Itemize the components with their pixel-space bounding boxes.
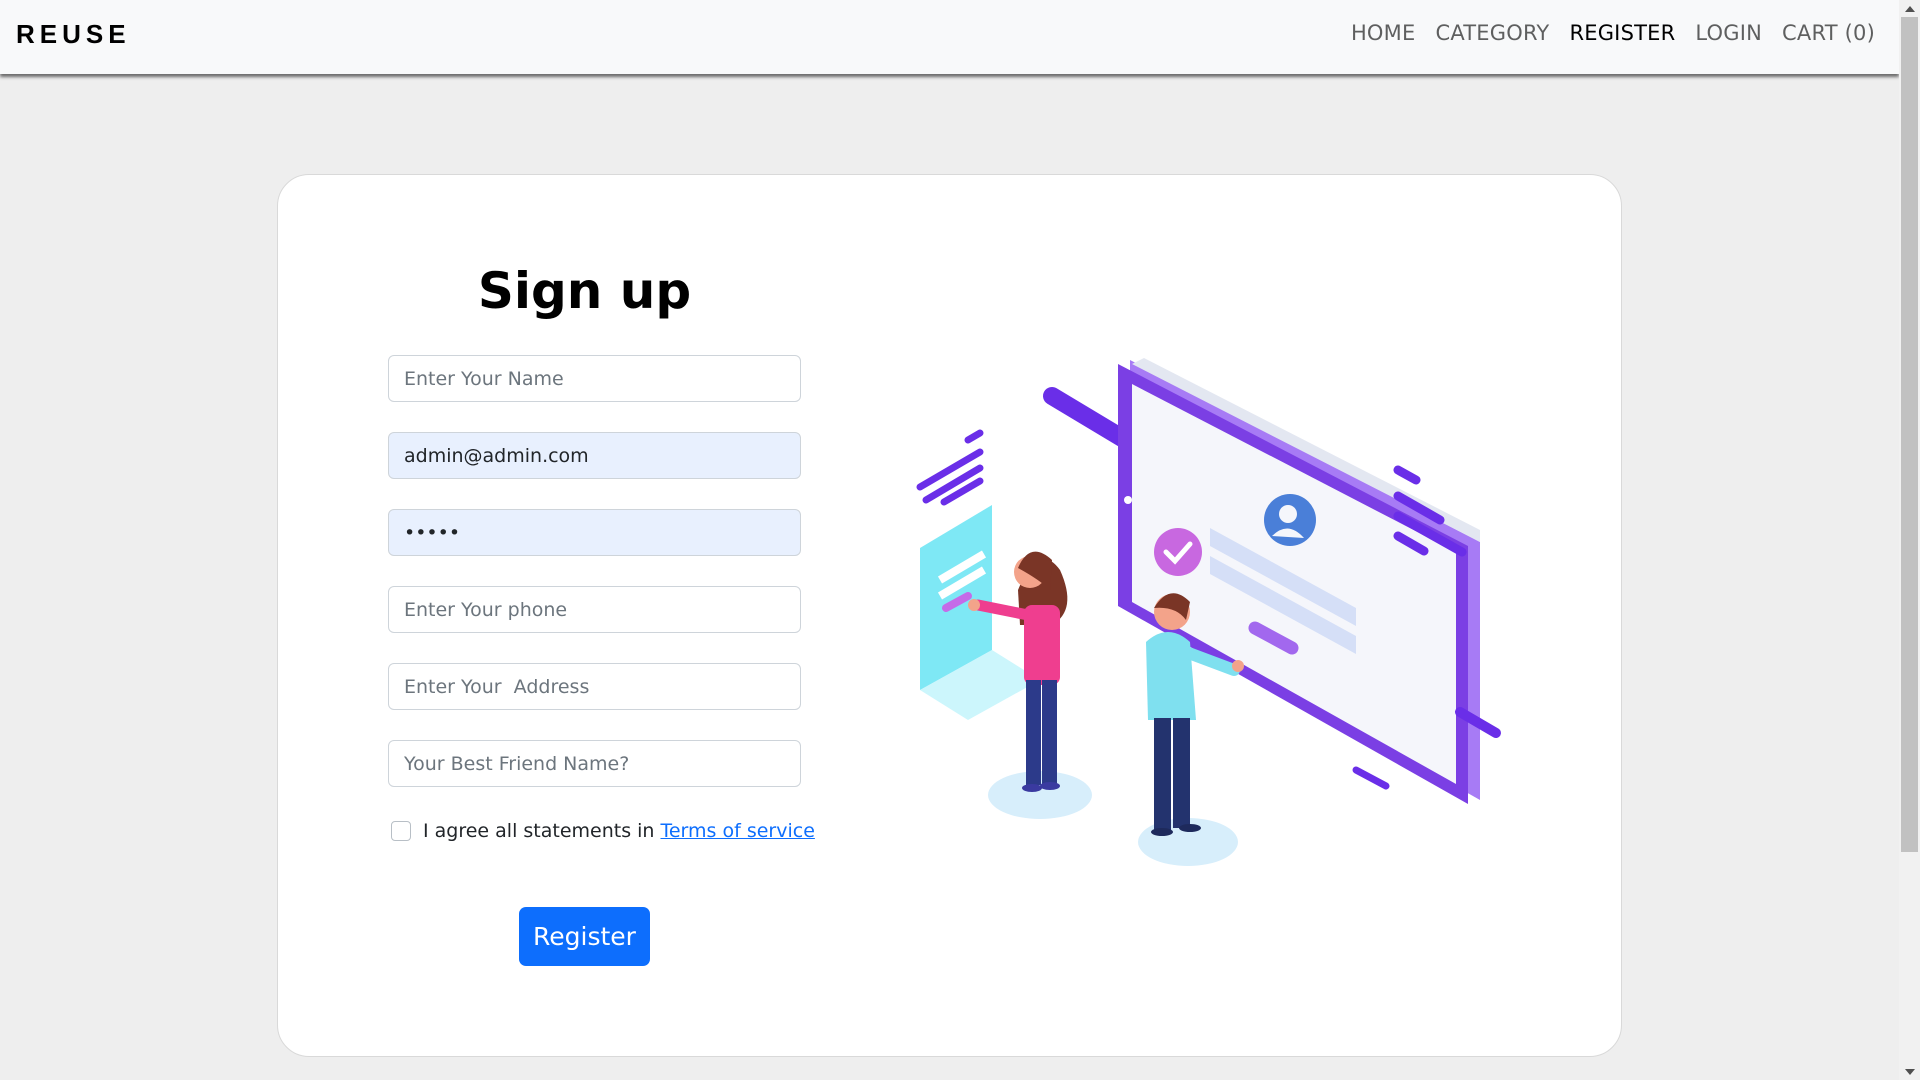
terms-checkbox[interactable] [391, 821, 411, 841]
address-input[interactable] [388, 663, 801, 710]
register-button[interactable]: Register [519, 907, 650, 966]
decorative-bars-left [916, 429, 984, 506]
best-friend-input[interactable] [388, 740, 801, 787]
nav-category-link[interactable]: CATEGORY [1435, 21, 1549, 45]
password-input[interactable] [388, 509, 801, 556]
phone-input[interactable] [388, 586, 801, 633]
top-navbar: REUSE HOME CATEGORY REGISTER LOGIN CART … [0, 0, 1899, 74]
page-title: Sign up [477, 262, 692, 320]
scroll-up-arrow[interactable] [1899, 0, 1920, 17]
brand-logo[interactable]: REUSE [16, 19, 131, 50]
decorative-bar-top [1043, 387, 1131, 447]
terms-of-service-link[interactable]: Terms of service [660, 820, 814, 842]
scroll-down-arrow[interactable] [1899, 1063, 1920, 1080]
nav-home-link[interactable]: HOME [1351, 21, 1416, 45]
nav-links: HOME CATEGORY REGISTER LOGIN CART (0) [1351, 21, 1875, 45]
scroll-thumb[interactable] [1901, 17, 1918, 852]
nav-register-link[interactable]: REGISTER [1569, 21, 1675, 45]
name-input[interactable] [388, 355, 801, 402]
nav-cart-link[interactable]: CART (0) [1782, 21, 1875, 45]
nav-login-link[interactable]: LOGIN [1695, 21, 1762, 45]
agree-text: I agree all statements in [423, 820, 655, 842]
vertical-scrollbar[interactable] [1899, 0, 1920, 1080]
email-input[interactable] [388, 432, 801, 479]
tablet-screen [1118, 358, 1480, 804]
signup-illustration [916, 358, 1501, 866]
terms-agreement: I agree all statements in Terms of servi… [391, 820, 815, 842]
